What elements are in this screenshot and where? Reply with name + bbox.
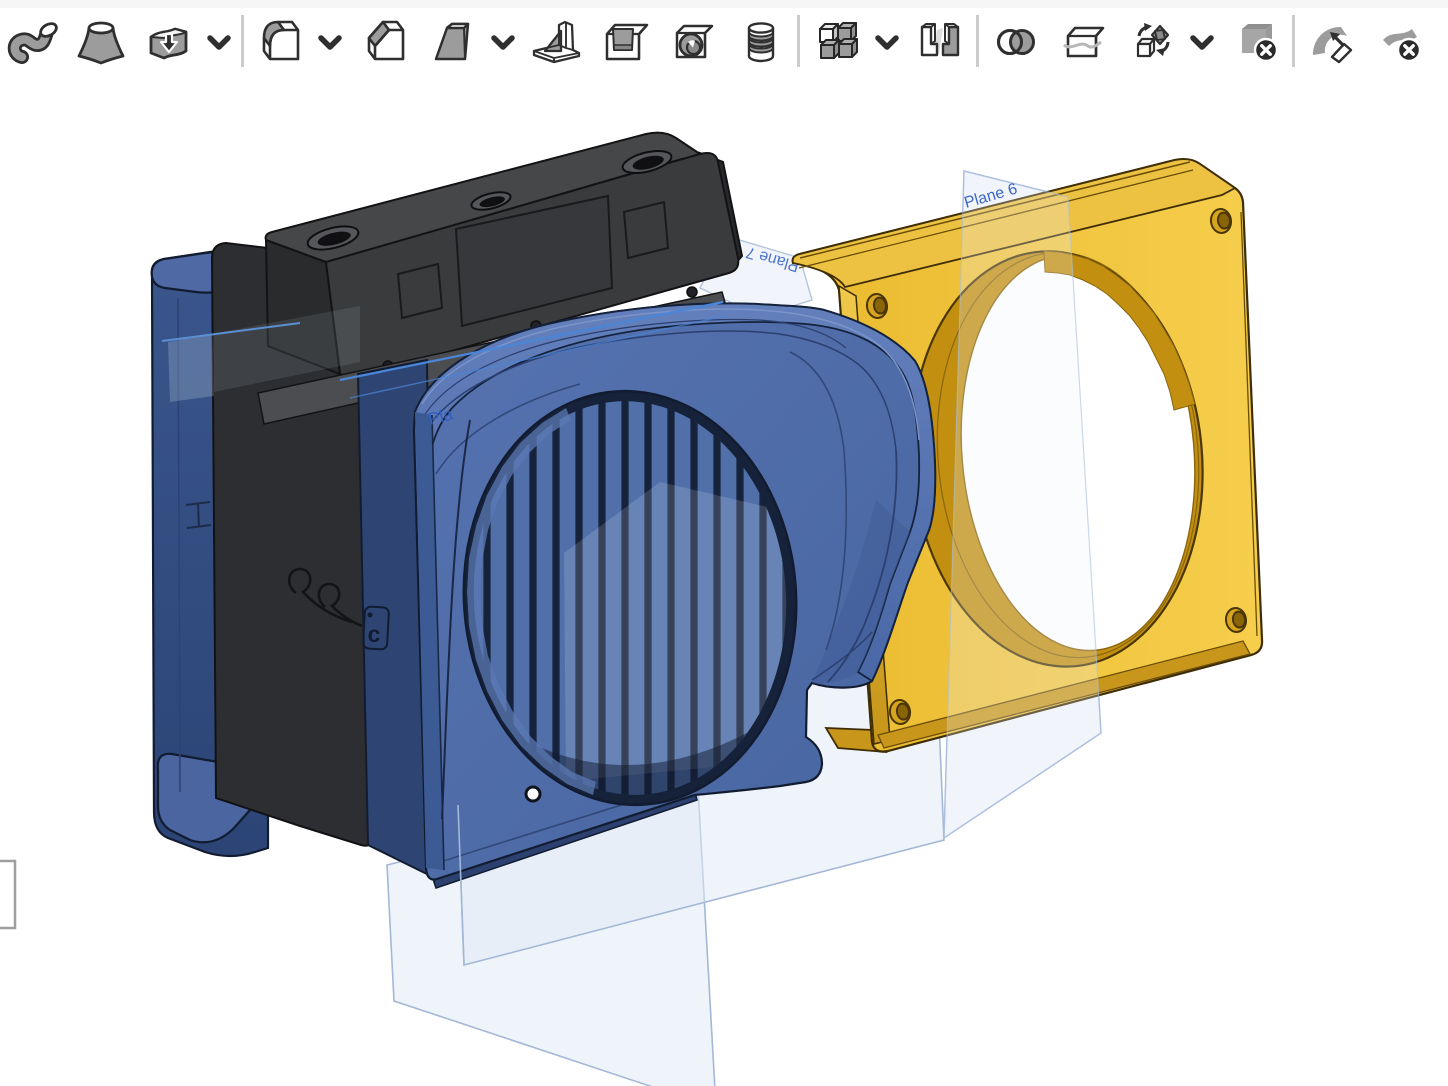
svg-text:c: c (367, 621, 381, 648)
